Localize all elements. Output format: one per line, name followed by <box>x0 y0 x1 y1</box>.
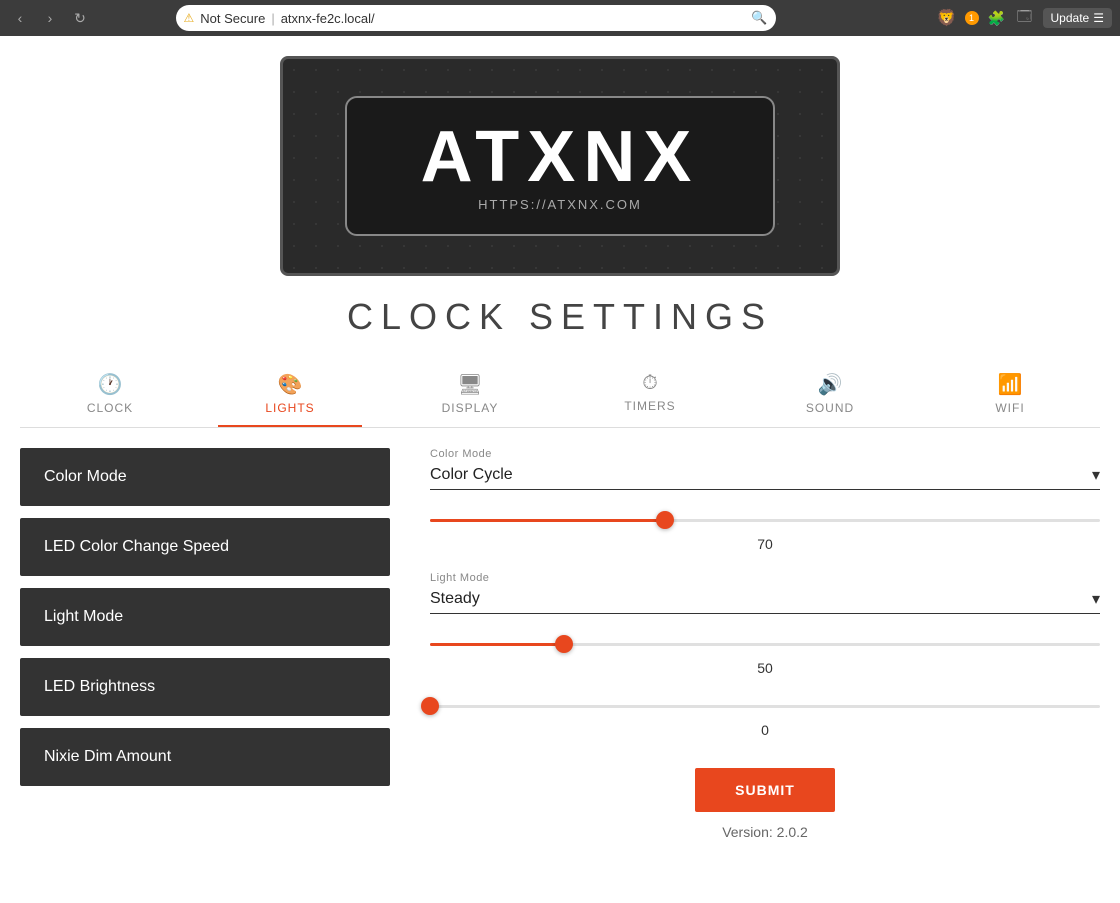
submit-area: SUBMIT Version: 2.0.2 <box>430 768 1100 840</box>
led-brightness-button[interactable]: LED Brightness <box>20 658 390 716</box>
page-title: CLOCK SETTINGS <box>347 296 773 338</box>
led-color-change-speed-button[interactable]: LED Color Change Speed <box>20 518 390 576</box>
led-brightness-slider-fill <box>430 643 564 646</box>
tab-timers[interactable]: ⏱ TIMERS <box>560 362 740 427</box>
tabs-container: 🕐 CLOCK 🎨 LIGHTS 🖥 DISPLAY ⏱ TIMERS 🔊 SO… <box>20 362 1100 428</box>
led-brightness-slider-thumb[interactable] <box>555 635 573 653</box>
lights-icon: 🎨 <box>278 372 303 397</box>
color-mode-label: Color Mode <box>430 448 1100 460</box>
update-button[interactable]: Update ☰ <box>1043 8 1112 28</box>
reload-button[interactable]: ↻ <box>68 6 92 30</box>
logo-text: ATXNX <box>421 121 700 193</box>
light-mode-group: Light Mode Steady Pulsing Flashing Off ▾ <box>430 572 1100 614</box>
sound-icon: 🔊 <box>818 372 843 397</box>
security-label: Not Secure <box>200 11 265 26</box>
tab-timers-label: TIMERS <box>624 399 675 413</box>
led-speed-slider-container <box>430 510 1100 530</box>
led-speed-slider-fill <box>430 519 665 522</box>
color-mode-dropdown-wrapper: Color Cycle Static Rainbow Breathing ▾ <box>430 464 1100 490</box>
clock-icon: 🕐 <box>98 372 123 397</box>
tab-display[interactable]: 🖥 DISPLAY <box>380 362 560 427</box>
address-bar[interactable]: ⚠ Not Secure | atxnx-fe2c.local/ 🔍 <box>176 5 776 31</box>
color-mode-select[interactable]: Color Cycle Static Rainbow Breathing <box>430 464 650 485</box>
timers-icon: ⏱ <box>642 372 658 395</box>
url-text: atxnx-fe2c.local/ <box>281 11 375 26</box>
main-content: Color Mode LED Color Change Speed Light … <box>20 428 1100 860</box>
tab-lights[interactable]: 🎨 LIGHTS <box>200 362 380 427</box>
light-mode-select[interactable]: Steady Pulsing Flashing Off <box>430 588 650 609</box>
tab-wifi-label: WIFI <box>995 401 1024 415</box>
logo-inner: ATXNX HTTPS://ATXNX.COM <box>345 96 775 236</box>
nixie-dim-slider-container <box>430 696 1100 716</box>
extensions-icon: 🧩 <box>987 8 1007 28</box>
tab-lights-label: LIGHTS <box>265 401 314 415</box>
tab-sound-label: SOUND <box>806 401 854 415</box>
led-brightness-slider-container <box>430 634 1100 654</box>
page-content: ATXNX HTTPS://ATXNX.COM CLOCK SETTINGS 🕐… <box>0 36 1120 890</box>
led-brightness-value: 50 <box>430 660 1100 676</box>
nixie-dim-value: 0 <box>430 722 1100 738</box>
back-button[interactable]: ‹ <box>8 6 32 30</box>
display-icon: 🖥 <box>457 372 482 397</box>
separator: | <box>271 11 274 26</box>
wifi-icon: 📶 <box>998 372 1023 397</box>
browser-chrome: ‹ › ↻ ⚠ Not Secure | atxnx-fe2c.local/ 🔍… <box>0 0 1120 36</box>
notification-badge: 1 <box>965 11 979 25</box>
led-brightness-slider-group: 50 <box>430 634 1100 676</box>
light-mode-label: Light Mode <box>430 572 1100 584</box>
profile-icon: 🗔 <box>1015 8 1035 28</box>
nixie-dim-slider-bg <box>430 705 1100 708</box>
sidebar: Color Mode LED Color Change Speed Light … <box>20 448 410 840</box>
tab-clock-label: CLOCK <box>87 401 133 415</box>
color-mode-arrow-icon: ▾ <box>1092 465 1100 485</box>
browser-right: 🦁 1 🧩 🗔 Update ☰ <box>937 8 1112 28</box>
version-text: Version: 2.0.2 <box>722 824 808 840</box>
tab-display-label: DISPLAY <box>442 401 499 415</box>
nixie-dim-slider-group: 0 <box>430 696 1100 738</box>
led-speed-value: 70 <box>430 536 1100 552</box>
tab-sound[interactable]: 🔊 SOUND <box>740 362 920 427</box>
tab-clock[interactable]: 🕐 CLOCK <box>20 362 200 427</box>
light-mode-button[interactable]: Light Mode <box>20 588 390 646</box>
nixie-dim-amount-button[interactable]: Nixie Dim Amount <box>20 728 390 786</box>
led-speed-slider-thumb[interactable] <box>656 511 674 529</box>
tab-wifi[interactable]: 📶 WIFI <box>920 362 1100 427</box>
color-mode-button[interactable]: Color Mode <box>20 448 390 506</box>
logo-container: ATXNX HTTPS://ATXNX.COM <box>280 56 840 276</box>
submit-button[interactable]: SUBMIT <box>695 768 835 812</box>
forward-button[interactable]: › <box>38 6 62 30</box>
led-speed-slider-group: 70 <box>430 510 1100 552</box>
light-mode-arrow-icon: ▾ <box>1092 589 1100 609</box>
controls-panel: Color Mode Color Cycle Static Rainbow Br… <box>410 448 1100 840</box>
logo-url: HTTPS://ATXNX.COM <box>478 197 642 212</box>
nixie-dim-slider-thumb[interactable] <box>421 697 439 715</box>
color-mode-group: Color Mode Color Cycle Static Rainbow Br… <box>430 448 1100 490</box>
light-mode-dropdown-wrapper: Steady Pulsing Flashing Off ▾ <box>430 588 1100 614</box>
brave-icon: 🦁 <box>937 8 957 28</box>
search-icon: 🔍 <box>751 10 767 26</box>
security-icon: ⚠ <box>184 11 195 25</box>
